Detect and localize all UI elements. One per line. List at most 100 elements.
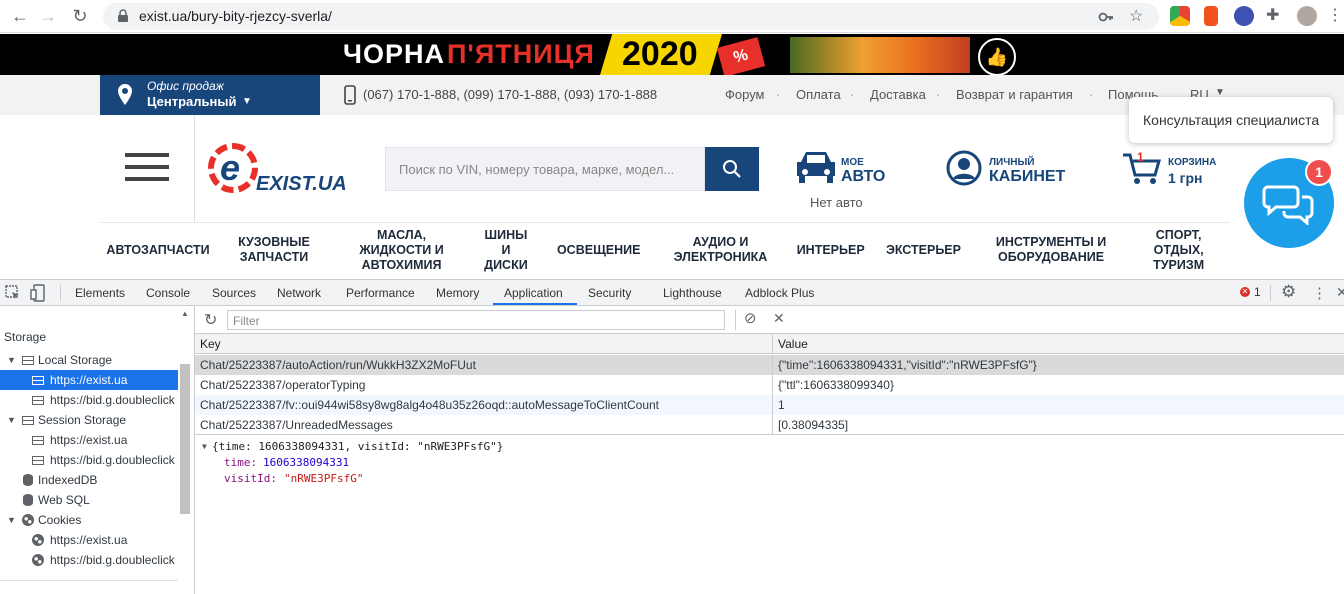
column-divider <box>772 415 773 435</box>
tab-elements[interactable]: Elements <box>75 286 125 300</box>
thumbs-up-icon: 👍 <box>978 38 1016 76</box>
refresh-icon[interactable]: ↻ <box>204 310 217 330</box>
scroll-up-icon[interactable]: ▲ <box>181 309 189 318</box>
sidebar-item-indexeddb[interactable]: IndexedDB <box>0 470 178 490</box>
cart-total[interactable]: 1 грн <box>1168 170 1203 186</box>
my-car-title[interactable]: АВТО <box>841 168 885 186</box>
category-item[interactable]: ШИНЫ И ДИСКИ <box>471 228 541 273</box>
extension-badge-icon[interactable] <box>1234 6 1254 26</box>
star-icon[interactable]: ☆ <box>1129 6 1143 26</box>
chrome-extension-icon[interactable] <box>1170 6 1190 26</box>
link-delivery[interactable]: Доставка <box>870 87 926 102</box>
back-icon[interactable]: ← <box>8 4 32 28</box>
column-divider <box>772 375 773 395</box>
address-bar[interactable]: exist.ua/bury-bity-rjezcy-sverla/ ☆ <box>103 3 1159 30</box>
table-row[interactable]: Chat/25223387/fv::oui944wi58sy8wg8alg4o4… <box>195 395 1344 415</box>
expand-arrow-icon[interactable]: ▼ <box>7 350 16 370</box>
tab-network[interactable]: Network <box>277 286 321 300</box>
link-forum[interactable]: Форум <box>725 87 765 102</box>
tab-sources[interactable]: Sources <box>212 286 256 300</box>
extension-icon[interactable] <box>1204 6 1218 26</box>
sidebar-scrollbar[interactable] <box>180 364 190 514</box>
sidebar-item-local-storage[interactable]: ▼ Local Storage <box>0 350 178 370</box>
forward-icon[interactable]: → <box>36 4 60 28</box>
device-toolbar-icon[interactable] <box>30 284 46 302</box>
category-item[interactable]: ИНСТРУМЕНТЫ И ОБОРУДОВАНИЕ <box>970 235 1132 265</box>
profile-avatar[interactable] <box>1297 6 1317 26</box>
sidebar-item-session-doubleclick[interactable]: https://bid.g.doubleclick <box>0 450 178 470</box>
category-item[interactable]: АУДИО И ЭЛЕКТРОНИКА <box>657 235 785 265</box>
site-logo[interactable]: EXIST.UA <box>256 173 347 196</box>
category-item[interactable]: ИНТЕРЬЕР <box>784 243 877 258</box>
category-item[interactable]: СПОРТ, ОТДЫХ, ТУРИЗМ <box>1132 228 1225 273</box>
tab-security[interactable]: Security <box>588 286 631 300</box>
tab-console[interactable]: Console <box>146 286 190 300</box>
cookie-icon <box>32 554 44 566</box>
link-payment[interactable]: Оплата <box>796 87 841 102</box>
black-friday-banner[interactable]: ЧОРНА П'ЯТНИЦЯ 2020 % 👍 <box>0 34 1344 77</box>
tab-adblock-plus[interactable]: Adblock Plus <box>745 286 814 300</box>
column-divider <box>772 334 773 354</box>
sidebar-item-cookies-doubleclick[interactable]: https://bid.g.doubleclick <box>0 550 178 570</box>
sidebar-item-local-doubleclick[interactable]: https://bid.g.doubleclick <box>0 390 178 410</box>
category-item[interactable]: ОСВЕЩЕНИЕ <box>541 243 657 258</box>
storage-panel: ↻ Filter ⊘ ✕ Key Value Chat/25223387/aut… <box>195 306 1344 594</box>
more-options-icon[interactable]: ⋮ <box>1312 284 1327 302</box>
promo-text-red: П'ЯТНИЦЯ <box>447 39 595 69</box>
promo-tools-image <box>790 37 970 73</box>
sidebar-item-session-storage[interactable]: ▼ Session Storage <box>0 410 178 430</box>
tab-memory[interactable]: Memory <box>436 286 479 300</box>
logo-gear-icon: e <box>208 143 258 193</box>
location-pin-icon <box>118 84 132 105</box>
sidebar-item-local-exist[interactable]: https://exist.ua <box>0 370 178 390</box>
puzzle-icon[interactable]: ✚ <box>1266 5 1279 25</box>
chat-bubbles-icon <box>1262 185 1314 225</box>
table-row[interactable]: Chat/25223387/autoAction/run/WukkH3ZX2Mo… <box>195 355 1344 375</box>
reload-icon[interactable]: ↻ <box>68 4 92 28</box>
error-count[interactable]: 1 <box>1254 285 1261 299</box>
close-devtools-icon[interactable]: ✕ <box>1336 284 1344 301</box>
link-returns[interactable]: Возврат и гарантия <box>956 87 1073 102</box>
category-item[interactable]: АВТОЗАПЧАСТИ <box>100 243 216 258</box>
application-sidebar: Storage ▲ ▼ Local Storage https://exist.… <box>0 306 195 594</box>
tab-lighthouse[interactable]: Lighthouse <box>663 286 722 300</box>
row-key: Chat/25223387/autoAction/run/WukkH3ZX2Mo… <box>200 358 476 372</box>
category-item[interactable]: КУЗОВНЫЕ ЗАПЧАСТИ <box>216 235 332 265</box>
table-row[interactable]: Chat/25223387/operatorTyping {"ttl":1606… <box>195 375 1344 395</box>
sidebar-item-websql[interactable]: Web SQL <box>0 490 178 510</box>
office-label: Офис продаж <box>147 79 224 93</box>
divider <box>0 580 178 581</box>
inspect-element-icon[interactable] <box>5 285 21 301</box>
filter-input[interactable]: Filter <box>227 310 725 330</box>
clear-all-icon[interactable]: ⊘ <box>744 309 757 327</box>
error-icon[interactable]: ✕ <box>1240 287 1250 297</box>
category-item[interactable]: МАСЛА, ЖИДКОСТИ И АВТОХИМИЯ <box>332 228 471 273</box>
column-value[interactable]: Value <box>778 337 808 351</box>
office-selector[interactable]: Офис продаж Центральный ▼ <box>100 75 320 115</box>
cabinet-title[interactable]: КАБИНЕТ <box>989 168 1065 186</box>
delete-selected-icon[interactable]: ✕ <box>773 310 785 327</box>
dot-separator: · <box>850 87 855 102</box>
sidebar-item-session-exist[interactable]: https://exist.ua <box>0 430 178 450</box>
expand-arrow-icon[interactable]: ▼ <box>7 510 16 530</box>
key-icon[interactable] <box>1098 9 1114 25</box>
column-key[interactable]: Key <box>200 337 221 351</box>
settings-gear-icon[interactable]: ⚙ <box>1281 282 1296 302</box>
search-button[interactable] <box>705 147 759 191</box>
table-icon <box>32 436 44 445</box>
category-item[interactable]: ЭКСТЕРЬЕР <box>877 243 970 258</box>
hamburger-menu-icon[interactable] <box>125 153 169 181</box>
collapse-arrow-icon[interactable]: ▼ <box>202 442 207 451</box>
car-icon[interactable] <box>795 150 837 184</box>
menu-icon[interactable]: ⋮ <box>1327 5 1343 25</box>
search-input[interactable]: Поиск по VIN, номеру товара, марке, моде… <box>385 147 705 191</box>
expand-arrow-icon[interactable]: ▼ <box>7 410 16 430</box>
sidebar-item-cookies-exist[interactable]: https://exist.ua <box>0 530 178 550</box>
sidebar-item-cookies[interactable]: ▼ Cookies <box>0 510 178 530</box>
table-icon <box>32 376 44 385</box>
dot-separator: · <box>1089 87 1094 102</box>
tab-application[interactable]: Application <box>504 286 563 300</box>
tab-performance[interactable]: Performance <box>346 286 415 300</box>
table-row[interactable]: Chat/25223387/UnreadedMessages [0.380943… <box>195 415 1344 435</box>
user-icon[interactable] <box>946 150 982 186</box>
